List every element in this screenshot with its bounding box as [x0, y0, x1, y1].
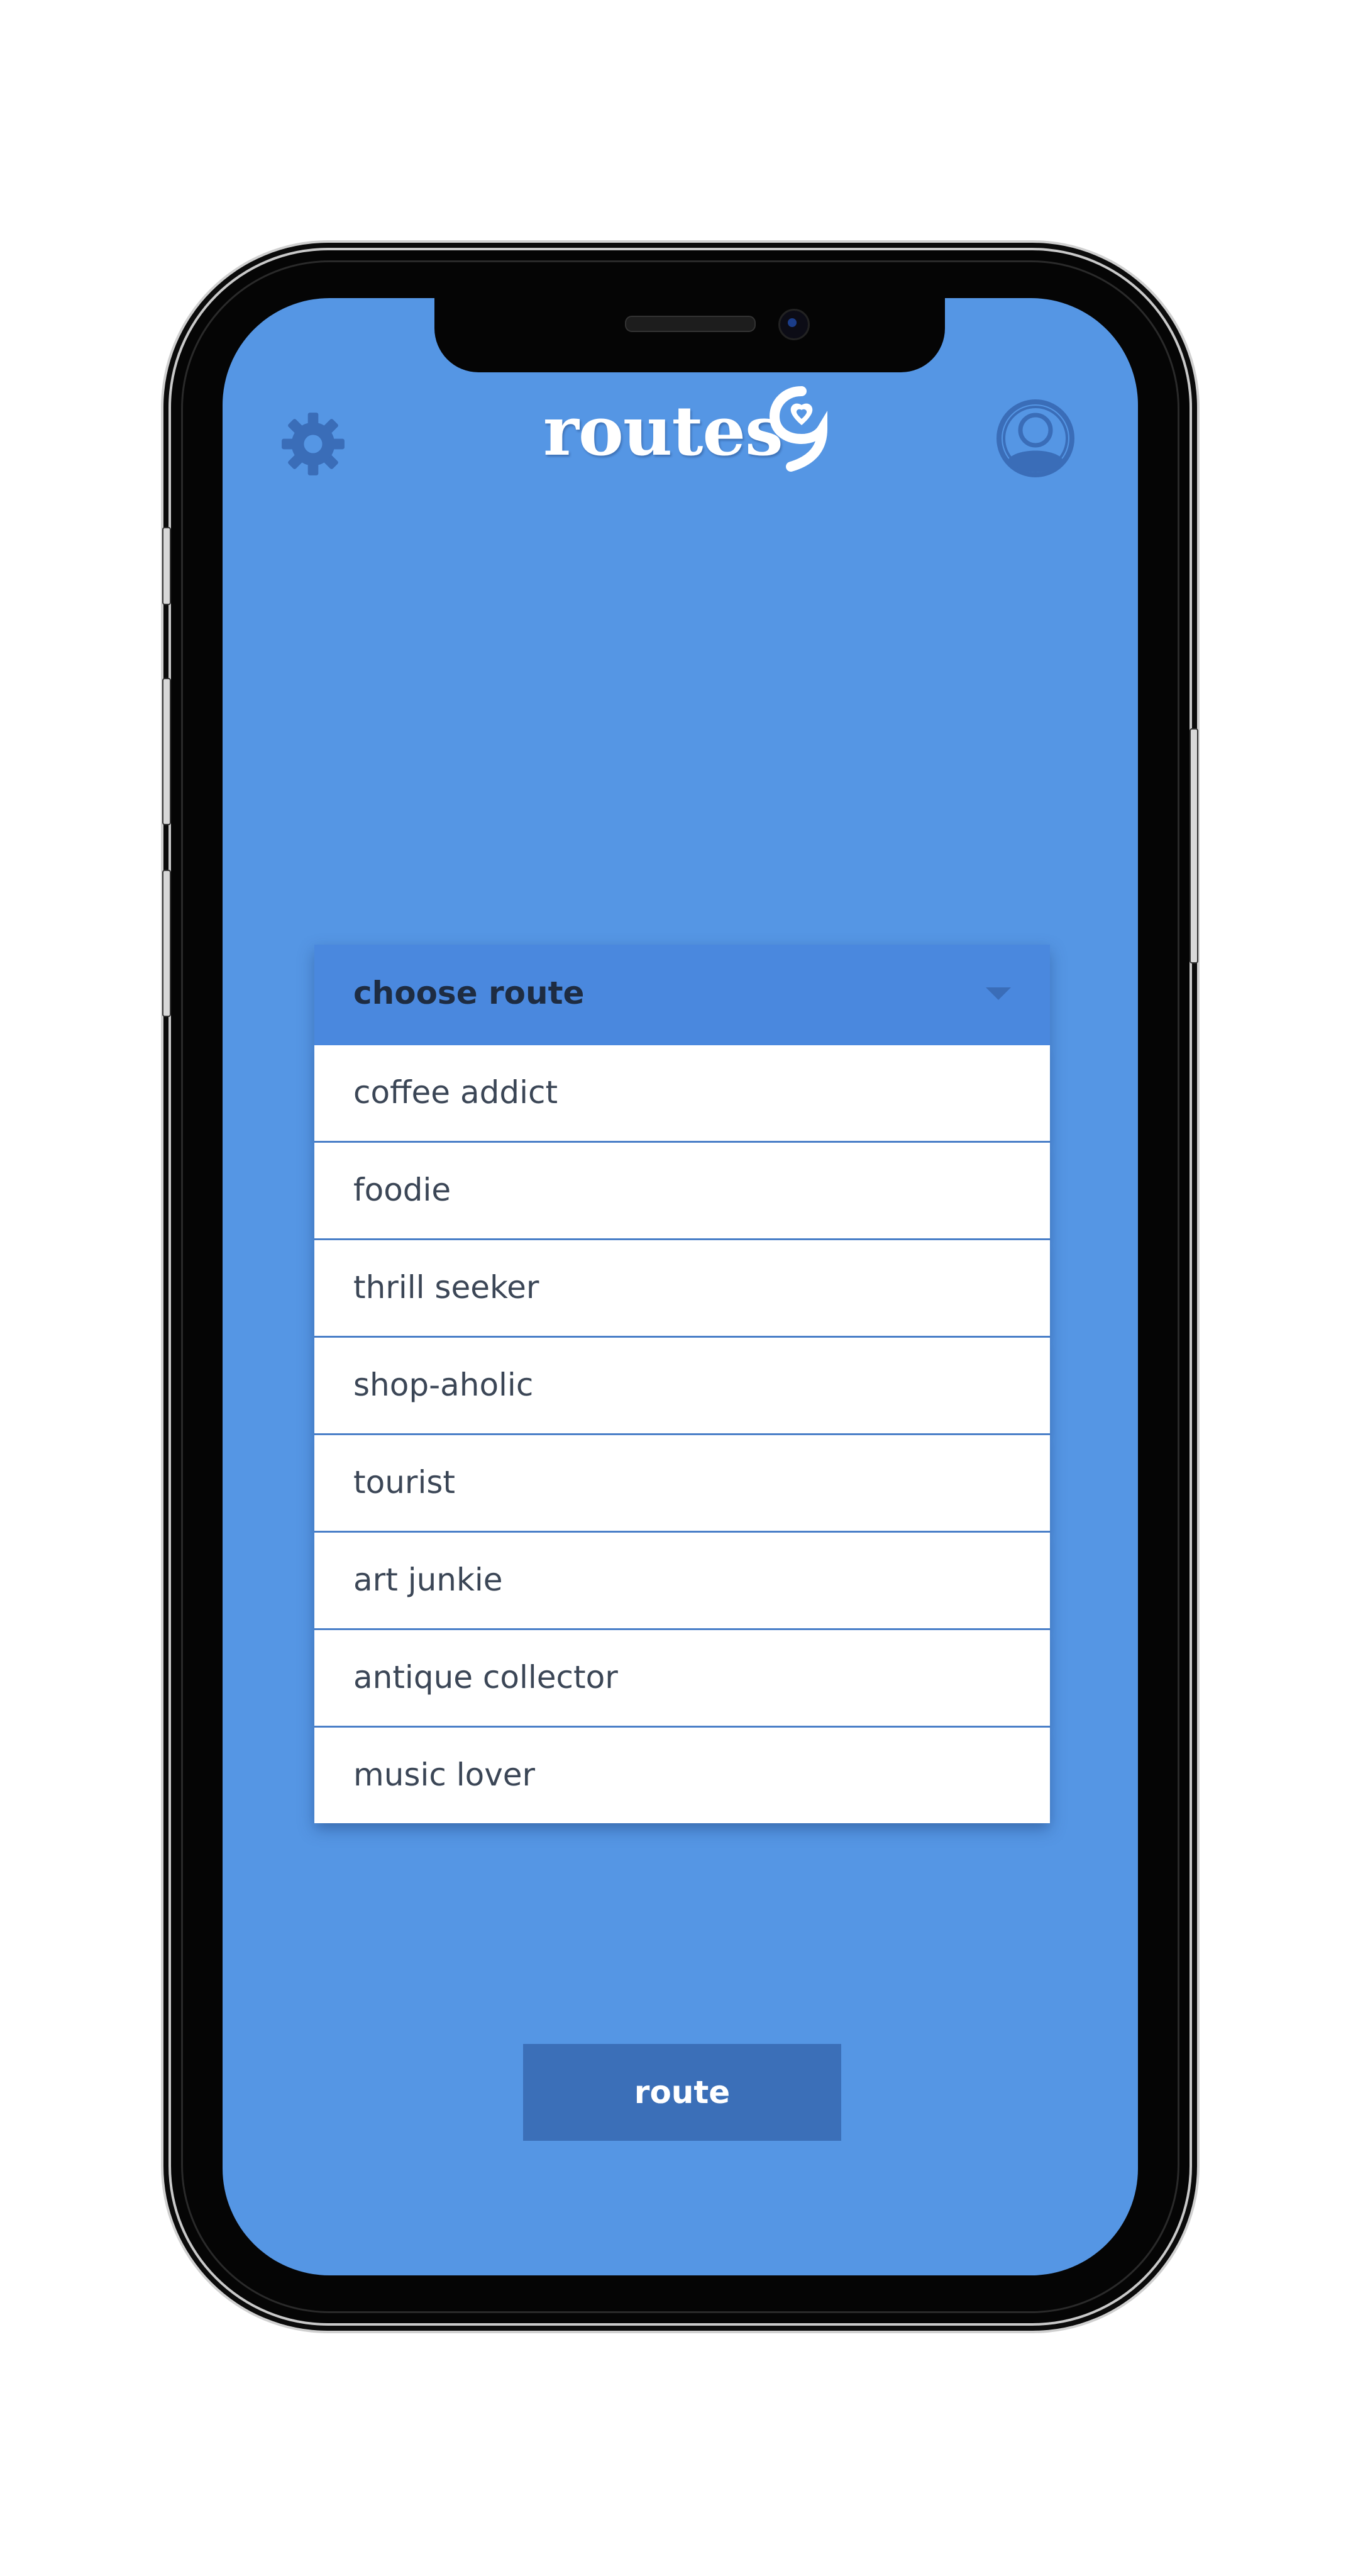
app-logo: routes [537, 386, 839, 480]
user-circle-icon[interactable] [995, 397, 1076, 479]
dropdown-item-label: coffee addict [353, 1074, 558, 1111]
app-screen: routes choose route coffee addict foodie… [223, 298, 1138, 2275]
volume-down-button [162, 870, 171, 1017]
phone-frame: routes choose route coffee addict foodie… [162, 250, 1198, 2323]
dropdown-item-label: foodie [353, 1172, 451, 1208]
front-camera [778, 309, 810, 340]
dropdown-item-shop-aholic[interactable]: shop-aholic [314, 1338, 1050, 1435]
route-dropdown-toggle[interactable]: choose route [314, 945, 1050, 1045]
route-dropdown: choose route coffee addict foodie thrill… [314, 945, 1050, 1823]
volume-up-button [162, 678, 171, 825]
dropdown-item-foodie[interactable]: foodie [314, 1143, 1050, 1240]
silent-switch [162, 527, 171, 605]
gear-icon[interactable] [280, 411, 346, 477]
map-pin-9-icon [767, 386, 836, 474]
dropdown-item-label: shop-aholic [353, 1367, 534, 1403]
dropdown-item-label: thrill seeker [353, 1269, 539, 1306]
dropdown-item-label: art junkie [353, 1562, 503, 1598]
notch [434, 298, 945, 372]
earpiece-speaker [625, 316, 756, 332]
dropdown-item-antique-collector[interactable]: antique collector [314, 1630, 1050, 1728]
power-button [1190, 728, 1198, 963]
dropdown-item-label: tourist [353, 1464, 455, 1501]
route-button[interactable]: route [523, 2044, 841, 2141]
dropdown-item-music-lover[interactable]: music lover [314, 1728, 1050, 1823]
dropdown-item-coffee-addict[interactable]: coffee addict [314, 1045, 1050, 1143]
dropdown-item-thrill-seeker[interactable]: thrill seeker [314, 1240, 1050, 1338]
dropdown-item-art-junkie[interactable]: art junkie [314, 1533, 1050, 1630]
dropdown-item-label: antique collector [353, 1659, 618, 1696]
dropdown-item-label: music lover [353, 1757, 536, 1793]
dropdown-label: choose route [353, 975, 585, 1011]
chevron-down-icon [986, 987, 1011, 1000]
dropdown-item-tourist[interactable]: tourist [314, 1435, 1050, 1533]
logo-text: routes [543, 392, 783, 471]
